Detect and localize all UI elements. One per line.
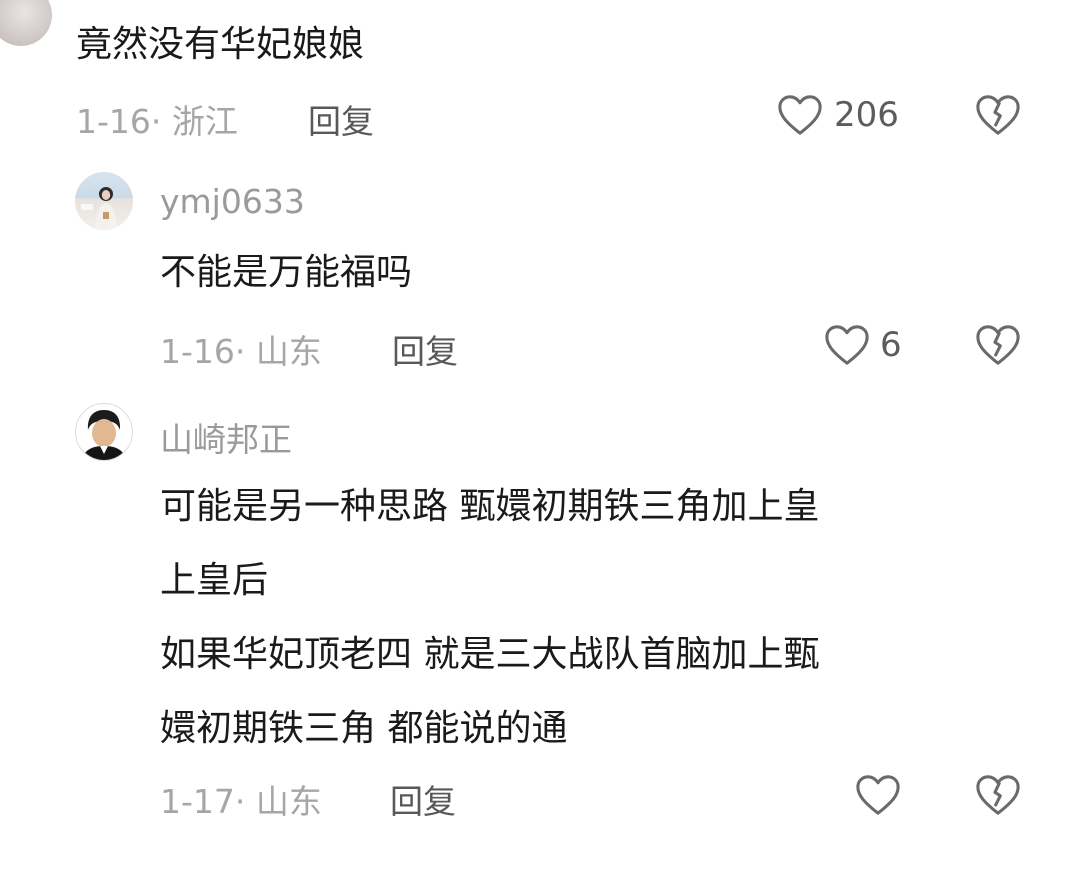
reply-button[interactable]: 回复 (308, 95, 374, 143)
like-count: 206 (834, 95, 899, 135)
username[interactable]: 山崎邦正 (160, 413, 292, 461)
broken-heart-icon[interactable] (975, 773, 1021, 817)
avatar-photo (81, 187, 117, 230)
comment-date-location: 1-17· 山东 (160, 782, 322, 821)
avatar[interactable] (0, 0, 52, 46)
reply-button[interactable]: 回复 (390, 775, 456, 823)
broken-heart-icon[interactable] (975, 323, 1021, 367)
like-count: 6 (880, 325, 902, 365)
avatar[interactable] (75, 172, 133, 230)
broken-heart-icon[interactable] (975, 93, 1021, 137)
comment-date-location: 1-16· 山东 (160, 332, 322, 371)
avatar[interactable] (75, 403, 133, 461)
heart-outline-icon[interactable] (855, 773, 901, 817)
avatar-photo (82, 410, 126, 460)
comment-text: 竟然没有华妃娘娘 (76, 24, 365, 65)
heart-outline-icon[interactable] (824, 323, 870, 367)
comment-date-location: 1-16· 浙江 (76, 102, 238, 141)
username[interactable]: ymj0633 (160, 182, 305, 221)
comment-line: 嬛初期铁三角 都能说的通 (160, 708, 568, 749)
comment-text: 不能是万能福吗 (160, 252, 413, 293)
heart-outline-icon[interactable] (777, 93, 823, 137)
comment-line: 如果华妃顶老四 就是三大战队首脑加上甄 (160, 634, 820, 675)
comment-line: 上皇后 (160, 560, 269, 601)
comment-line: 可能是另一种思路 甄嬛初期铁三角加上皇 (160, 486, 820, 527)
reply-button[interactable]: 回复 (392, 325, 458, 373)
